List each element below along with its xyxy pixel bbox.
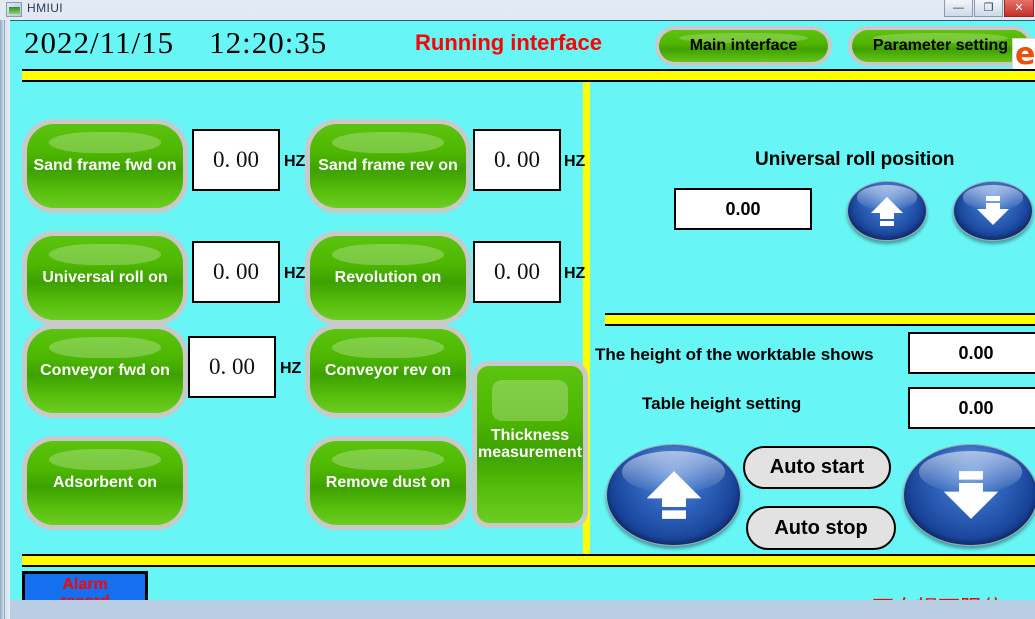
divider-top — [22, 69, 1035, 82]
arrow-up-icon — [646, 471, 701, 519]
revolution-label: Revolution on — [334, 268, 442, 286]
auto-start-label: Auto start — [769, 456, 865, 478]
sand-frame-fwd-value[interactable]: 0. 00 — [192, 129, 280, 191]
conveyor-fwd-label: Conveyor fwd on — [40, 361, 170, 379]
universal-roll-position-value-text: 0.00 — [725, 198, 761, 219]
sand-frame-rev-value-text: 0. 00 — [494, 147, 540, 172]
minimize-button[interactable]: — — [944, 0, 973, 17]
sand-frame-rev-button[interactable]: Sand frame rev on — [305, 119, 471, 213]
sand-frame-fwd-button[interactable]: Sand frame fwd on — [22, 119, 188, 213]
universal-roll-down-button[interactable] — [953, 181, 1033, 241]
universal-roll-label: Universal roll on — [42, 268, 168, 286]
worktable-height-show-value-text: 0.00 — [958, 342, 994, 363]
worktable-height-show-value[interactable]: 0.00 — [908, 332, 1035, 374]
sand-frame-rev-label: Sand frame rev on — [318, 156, 458, 174]
auto-stop-button[interactable]: Auto stop — [746, 506, 896, 550]
table-height-setting-value[interactable]: 0.00 — [908, 387, 1035, 429]
table-height-down-button[interactable] — [903, 444, 1035, 546]
main-interface-label: Main interface — [689, 37, 798, 54]
main-interface-button[interactable]: Main interface — [655, 26, 832, 66]
thickness-measurement-button[interactable]: Thickness measurement — [472, 361, 588, 528]
conveyor-fwd-unit: HZ — [280, 360, 302, 377]
universal-roll-unit: HZ — [284, 265, 306, 282]
arrow-down-icon — [943, 471, 998, 519]
hmi-screen: 2022/11/15 12:20:35 Running interface Ma… — [10, 20, 1035, 600]
thickness-measurement-label: Thickness measurement — [477, 426, 583, 461]
parameter-setting-button[interactable]: Parameter setting — [848, 26, 1033, 66]
window-left-edge — [0, 20, 10, 619]
worktable-height-show-label: The height of the worktable shows — [595, 345, 874, 364]
datetime-display: 2022/11/15 12:20:35 — [24, 25, 328, 60]
auto-start-button[interactable]: Auto start — [743, 446, 891, 489]
revolution-value[interactable]: 0. 00 — [473, 241, 561, 303]
alarm-record-button[interactable]: Alarm record — [22, 571, 148, 600]
sand-frame-fwd-value-text: 0. 00 — [213, 147, 259, 172]
arrow-down-icon — [977, 196, 1009, 225]
sand-frame-fwd-unit: HZ — [284, 153, 306, 170]
parameter-setting-label: Parameter setting — [872, 37, 1009, 54]
universal-roll-position-title: Universal roll position — [755, 149, 955, 170]
maximize-button[interactable]: ❐ — [974, 0, 1003, 17]
adsorbent-label: Adsorbent on — [53, 473, 157, 491]
alarm-record-label: Alarm record — [60, 576, 110, 600]
window-title: HMIUI — [27, 1, 63, 15]
universal-roll-button[interactable]: Universal roll on — [22, 231, 188, 325]
remove-dust-label: Remove dust on — [325, 473, 451, 491]
revolution-value-text: 0. 00 — [494, 259, 540, 284]
universal-roll-value-text: 0. 00 — [213, 259, 259, 284]
universal-roll-up-button[interactable] — [847, 181, 927, 241]
conveyor-fwd-value-text: 0. 00 — [209, 354, 255, 379]
app-icon — [6, 2, 22, 17]
divider-bottom — [22, 554, 1035, 567]
auto-stop-label: Auto stop — [774, 516, 868, 539]
divider-right-middle — [605, 313, 1035, 326]
table-height-setting-value-text: 0.00 — [958, 397, 994, 418]
application-window: HMIUI — ❐ ✕ 2022/11/15 12:20:35 Running … — [0, 0, 1035, 619]
page-title: Running interface — [415, 30, 603, 55]
alarm-record-line1: Alarm — [62, 576, 108, 594]
conveyor-fwd-value[interactable]: 0. 00 — [188, 336, 276, 398]
browser-icon[interactable]: e — [1012, 38, 1035, 70]
conveyor-rev-label: Conveyor rev on — [324, 361, 452, 379]
alarm-record-line2: record — [60, 593, 110, 600]
table-height-up-button[interactable] — [606, 444, 741, 546]
window-titlebar: HMIUI — ❐ ✕ — [0, 0, 1035, 20]
sand-frame-rev-value[interactable]: 0. 00 — [473, 129, 561, 191]
hmi-header: 2022/11/15 12:20:35 Running interface Ma… — [10, 21, 1035, 70]
revolution-unit: HZ — [564, 265, 586, 282]
sand-frame-rev-unit: HZ — [564, 153, 586, 170]
arrow-up-icon — [871, 197, 903, 226]
universal-roll-value[interactable]: 0. 00 — [192, 241, 280, 303]
universal-roll-position-value[interactable]: 0.00 — [674, 188, 812, 230]
conveyor-rev-button[interactable]: Conveyor rev on — [305, 324, 471, 418]
remove-dust-button[interactable]: Remove dust on — [305, 436, 471, 530]
alarm-message: 万向辊下限位 — [872, 591, 1004, 600]
adsorbent-button[interactable]: Adsorbent on — [22, 436, 188, 530]
table-height-setting-label: Table height setting — [642, 394, 802, 413]
sand-frame-fwd-label: Sand frame fwd on — [33, 156, 177, 174]
browser-icon-glyph: e — [1015, 38, 1035, 70]
revolution-button[interactable]: Revolution on — [305, 231, 471, 325]
close-button[interactable]: ✕ — [1004, 0, 1034, 17]
conveyor-fwd-button[interactable]: Conveyor fwd on — [22, 324, 188, 418]
